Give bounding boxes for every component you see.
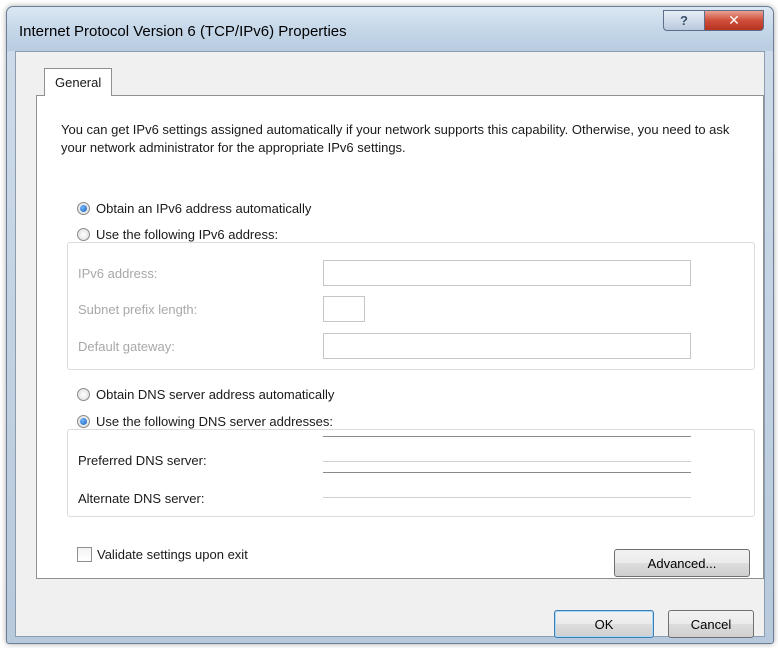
general-panel: You can get IPv6 settings assigned autom… xyxy=(36,95,764,579)
obtain-ipv6-auto-label: Obtain an IPv6 address automatically xyxy=(96,201,312,216)
use-ipv6-address-radio[interactable]: Use the following IPv6 address: xyxy=(77,227,278,242)
close-icon: ✕ xyxy=(728,12,740,28)
radio-indicator xyxy=(77,415,90,428)
radio-indicator xyxy=(77,228,90,241)
subnet-prefix-label: Subnet prefix length: xyxy=(78,302,198,317)
obtain-dns-auto-label: Obtain DNS server address automatically xyxy=(96,387,335,402)
ok-button[interactable]: OK xyxy=(554,610,654,638)
ipv6-address-label: IPv6 address: xyxy=(78,266,158,281)
radio-indicator xyxy=(77,388,90,401)
ipv6-address-field[interactable] xyxy=(323,260,691,286)
default-gateway-label: Default gateway: xyxy=(78,339,175,354)
subnet-prefix-field[interactable] xyxy=(323,296,365,322)
cancel-button[interactable]: Cancel xyxy=(668,610,754,638)
validate-settings-checkbox[interactable]: Validate settings upon exit xyxy=(77,547,248,562)
radio-indicator xyxy=(77,202,90,215)
description-text: You can get IPv6 settings assigned autom… xyxy=(61,122,730,155)
help-icon: ? xyxy=(680,13,688,28)
use-dns-address-label: Use the following DNS server addresses: xyxy=(96,414,333,429)
alternate-dns-field[interactable] xyxy=(323,472,691,498)
window-title: Internet Protocol Version 6 (TCP/IPv6) P… xyxy=(19,23,347,40)
obtain-ipv6-auto-radio[interactable]: Obtain an IPv6 address automatically xyxy=(77,201,311,216)
tab-general[interactable]: General xyxy=(44,68,113,96)
advanced-button[interactable]: Advanced... xyxy=(614,549,750,577)
validate-settings-label: Validate settings upon exit xyxy=(97,547,248,562)
checkbox-indicator xyxy=(77,547,92,562)
default-gateway-field[interactable] xyxy=(323,333,691,359)
ipv6-address-group: IPv6 address: Subnet prefix length: Defa… xyxy=(67,242,755,370)
dialog-window: Internet Protocol Version 6 (TCP/IPv6) P… xyxy=(6,6,774,644)
help-button[interactable]: ? xyxy=(663,10,705,31)
title-bar[interactable]: Internet Protocol Version 6 (TCP/IPv6) P… xyxy=(7,7,773,51)
dialog-body: General You can get IPv6 settings assign… xyxy=(15,51,765,638)
close-button[interactable]: ✕ xyxy=(704,10,764,31)
dns-address-group: Preferred DNS server: Alternate DNS serv… xyxy=(67,429,755,517)
use-ipv6-address-label: Use the following IPv6 address: xyxy=(96,227,279,242)
use-dns-address-radio[interactable]: Use the following DNS server addresses: xyxy=(77,414,333,429)
obtain-dns-auto-radio[interactable]: Obtain DNS server address automatically xyxy=(77,387,334,402)
preferred-dns-label: Preferred DNS server: xyxy=(78,453,207,468)
preferred-dns-field[interactable] xyxy=(323,436,691,462)
alternate-dns-label: Alternate DNS server: xyxy=(78,491,205,506)
